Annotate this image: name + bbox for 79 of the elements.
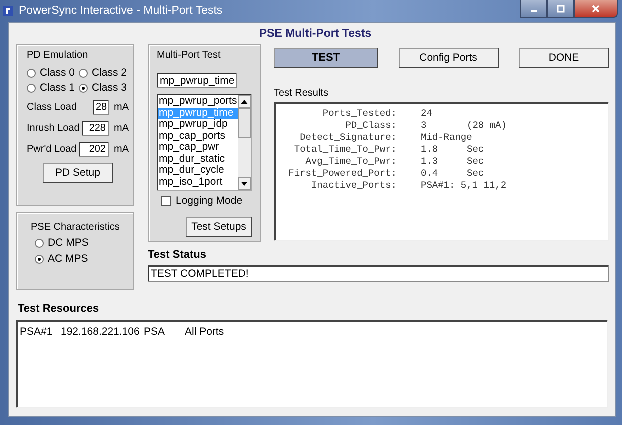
panel-title: Multi-Port Test [157, 50, 221, 61]
section-title: Test Resources [18, 303, 100, 315]
minimize-button[interactable] [520, 0, 547, 18]
test-name-field[interactable]: mp_pwrup_time [157, 73, 237, 88]
radio-button[interactable] [27, 68, 36, 78]
page-heading: PSE Multi-Port Tests [258, 27, 373, 42]
result-label: Detect_Signature: [299, 132, 397, 144]
result-label: Ports_Tested: [322, 108, 397, 120]
scroll-down-button[interactable] [238, 177, 251, 190]
radio-button[interactable] [35, 254, 44, 264]
result-value: 3 [421, 120, 428, 132]
field-label: Pwr'd Load [27, 144, 77, 155]
panel-title: PD Emulation [27, 50, 88, 61]
result-label: Total_Time_To_Pwr: [293, 144, 397, 156]
scroll-thumb[interactable] [238, 108, 251, 138]
action-button[interactable]: DONE [519, 48, 609, 68]
scrollbar[interactable] [238, 95, 251, 190]
window-title: PowerSync Interactive - Multi-Port Tests [19, 5, 224, 17]
radio-label: Class 0 [40, 67, 76, 79]
up-arrow-icon [241, 100, 248, 104]
panel-title: PSE Characteristics [31, 222, 120, 233]
checkbox-label: Logging Mode [176, 195, 243, 207]
close-button[interactable] [574, 0, 618, 18]
list-item[interactable]: mp_cap_ports [158, 130, 238, 142]
radio-button[interactable] [27, 84, 36, 92]
scroll-up-button[interactable] [238, 95, 251, 108]
pd-setup-button[interactable]: PD Setup [43, 163, 113, 183]
action-button[interactable]: Config Ports [398, 48, 498, 68]
field-label: Class Load [27, 102, 78, 113]
list-item[interactable]: mp_cap_pwr [158, 142, 238, 154]
list-item[interactable]: mp_pwrup_idp [158, 119, 238, 130]
result-label: PD_Class: [344, 120, 397, 132]
section-label: Test Results [274, 88, 328, 99]
radio-label: AC MPS [48, 253, 88, 265]
radio-label: Class 2 [92, 67, 128, 79]
result-unit: Sec [467, 168, 484, 180]
down-arrow-icon [241, 182, 248, 186]
radio-label: Class 3 [92, 82, 128, 94]
load-field[interactable]: 202 [78, 142, 109, 157]
radio-button[interactable] [79, 68, 88, 78]
result-value: Mid-Range [421, 132, 472, 144]
result-unit: (28 mA) [467, 120, 507, 132]
result-value: 1.3 [421, 156, 440, 168]
app-icon [2, 5, 14, 17]
test-setups-button[interactable]: Test Setups [186, 217, 252, 237]
radio-label: Class 1 [40, 82, 76, 94]
section-title: Test Status [148, 249, 206, 261]
list-item[interactable]: mp_iso_1port [158, 176, 238, 188]
action-button[interactable]: TEST [274, 48, 378, 68]
result-value: 24 [421, 108, 434, 120]
resource-cell-text: PSA [144, 326, 166, 338]
logging-mode-checkbox[interactable] [161, 196, 171, 206]
test-status-field: TEST COMPLETED! [148, 265, 609, 282]
field-label: Inrush Load [27, 123, 80, 134]
result-label: Inactive_Ports: [310, 180, 397, 192]
result-value: 0.4 [421, 168, 440, 180]
radio-label: DC MPS [48, 237, 89, 249]
load-field[interactable]: 228 [82, 121, 109, 136]
resource-cell: All Ports [185, 326, 224, 338]
list-item[interactable]: mp_pwrup_ports [158, 96, 238, 108]
radio-button[interactable] [79, 84, 88, 92]
result-unit: Sec [467, 144, 484, 156]
resource-cell-text: 192.168.221.106 [61, 326, 141, 338]
list-item[interactable]: mp_dur_static [158, 154, 238, 165]
result-value: 1.8 [421, 144, 440, 156]
unit-label: mA [114, 144, 129, 155]
resource-cell-text: PSA#1 [20, 326, 54, 338]
result-unit: Sec [467, 156, 484, 168]
maximize-button[interactable] [547, 0, 574, 18]
unit-label: mA [114, 123, 129, 134]
maximize-icon [556, 4, 566, 12]
radio-button[interactable] [35, 238, 44, 248]
unit-label: mA [114, 102, 129, 113]
close-icon [591, 4, 601, 12]
result-label: Avg_Time_To_Pwr: [304, 156, 397, 168]
load-field[interactable]: 28 [93, 100, 109, 115]
result-value: PSA#1: 5,1 11,2 [421, 180, 507, 192]
list-item[interactable]: mp_dur_cycle [158, 165, 238, 176]
result-label: First_Powered_Port: [288, 168, 397, 180]
